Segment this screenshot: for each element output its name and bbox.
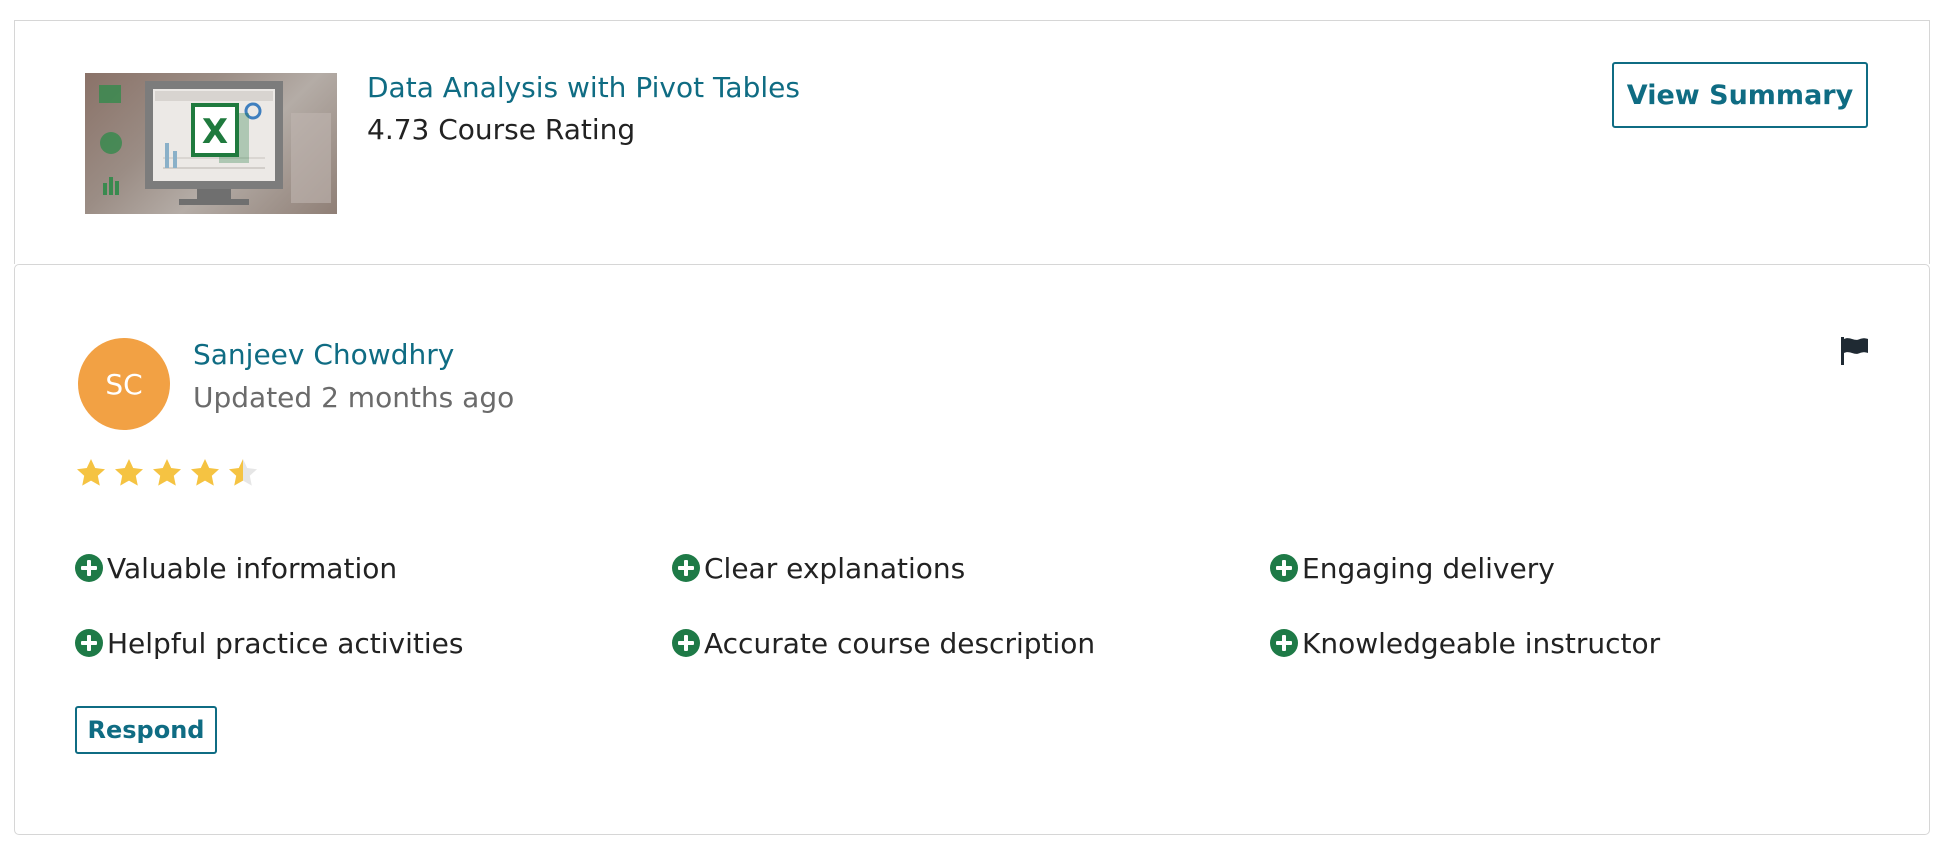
- star-icon: [229, 459, 257, 486]
- tag-item: Accurate course description: [672, 623, 1095, 663]
- plus-circle-icon: [1270, 629, 1298, 657]
- course-thumbnail[interactable]: X: [85, 73, 337, 214]
- star-icon: [191, 459, 219, 486]
- course-title-link[interactable]: Data Analysis with Pivot Tables: [367, 71, 800, 104]
- flag-icon[interactable]: [1838, 335, 1870, 367]
- avatar: SC: [78, 338, 170, 430]
- star-icon: [77, 459, 105, 486]
- tag-label: Knowledgeable instructor: [1302, 626, 1661, 660]
- star-icon: [115, 459, 143, 486]
- tag-item: Clear explanations: [672, 548, 965, 588]
- plus-circle-icon: [672, 554, 700, 582]
- star-icon: [153, 459, 181, 486]
- updated-timestamp: Updated 2 months ago: [193, 381, 515, 414]
- reviewer-name-link[interactable]: Sanjeev Chowdhry: [193, 338, 454, 371]
- avatar-initials: SC: [105, 367, 143, 401]
- tag-label: Clear explanations: [704, 551, 966, 585]
- tag-label: Engaging delivery: [1302, 551, 1555, 585]
- thumbnail-letter: X: [202, 112, 228, 152]
- excel-monitor-illustration: X: [99, 81, 331, 205]
- tag-item: Helpful practice activities: [75, 623, 463, 663]
- tag-item: Valuable information: [75, 548, 397, 588]
- review-card: SC Sanjeev Chowdhry Updated 2 months ago…: [14, 264, 1930, 835]
- tag-label: Helpful practice activities: [107, 626, 464, 660]
- tag-label: Valuable information: [107, 551, 398, 585]
- tag-label: Accurate course description: [704, 626, 1096, 660]
- star-rating: [75, 457, 259, 491]
- respond-button[interactable]: Respond: [75, 706, 217, 754]
- course-card: X Data Analysis with Pivot Tables 4.73 C…: [14, 20, 1930, 264]
- view-summary-button[interactable]: View Summary: [1612, 62, 1868, 128]
- course-rating: 4.73 Course Rating: [367, 113, 636, 146]
- plus-circle-icon: [672, 629, 700, 657]
- tag-item: Engaging delivery: [1270, 548, 1555, 588]
- plus-circle-icon: [75, 554, 103, 582]
- tag-item: Knowledgeable instructor: [1270, 623, 1660, 663]
- plus-circle-icon: [1270, 554, 1298, 582]
- plus-circle-icon: [75, 629, 103, 657]
